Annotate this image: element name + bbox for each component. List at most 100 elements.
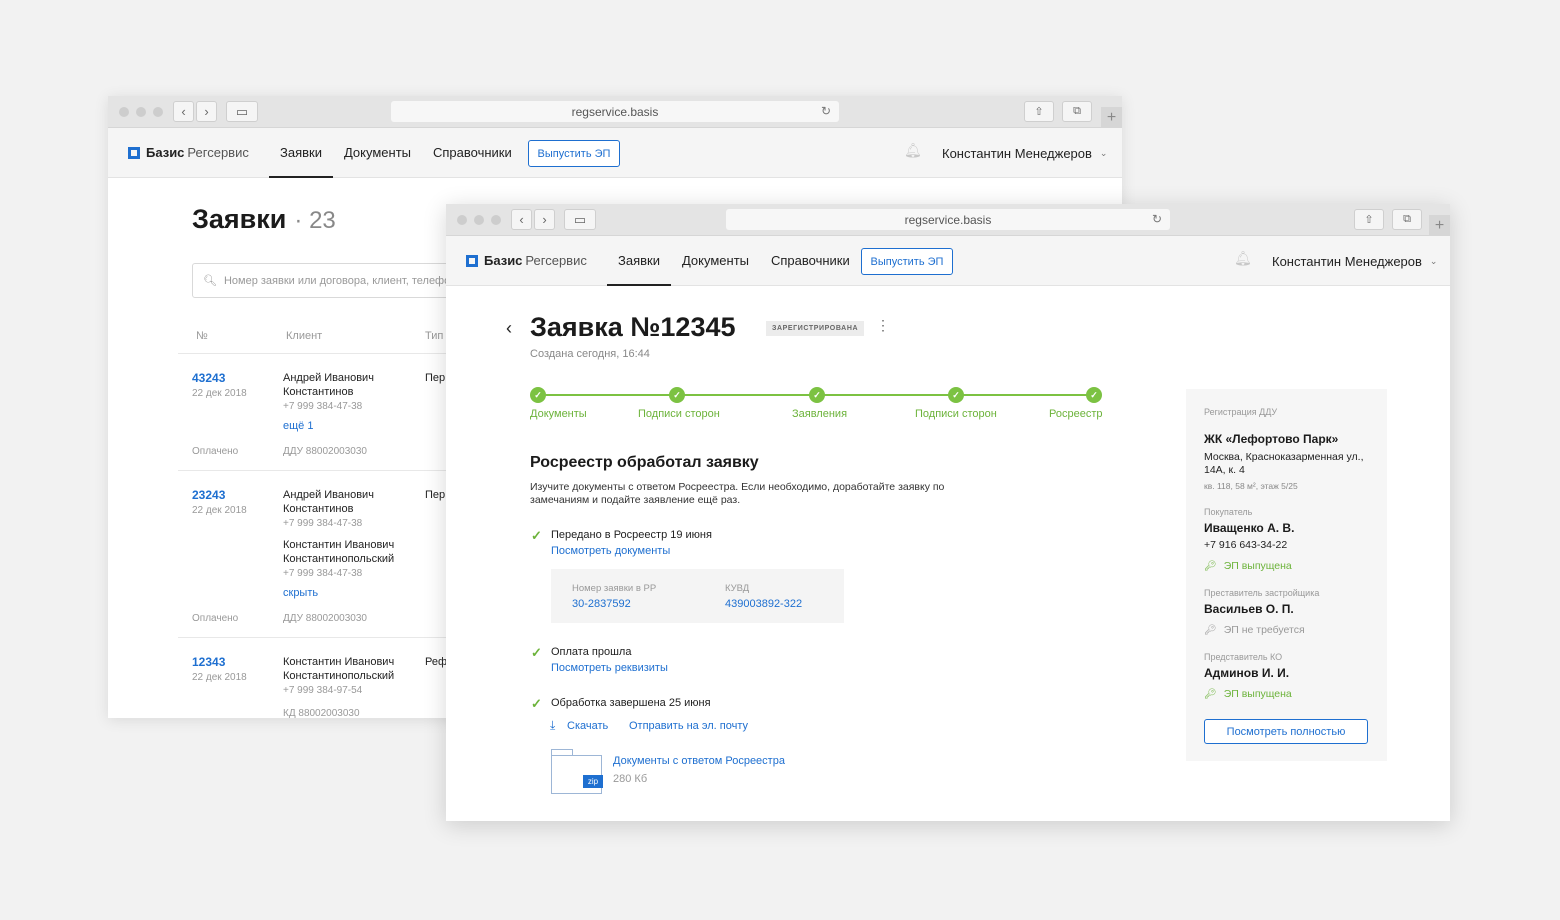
browser-toolbar: ‹ › ▭ regservice.basis ↻ ⇧ ⧉ + [446, 204, 1450, 236]
main-nav: Заявки Документы Справочники [269, 128, 523, 178]
url-text: regservice.basis [904, 212, 992, 227]
back-nav-icon[interactable]: ‹ [511, 209, 532, 230]
developer-ep-text: ЭП не требуется [1223, 624, 1305, 636]
download-icon[interactable]: ⤓ [550, 718, 555, 733]
key-icon: 🔑︎ [1204, 688, 1217, 700]
user-menu[interactable]: Константин Менеджеров ⌄ [942, 146, 1107, 161]
row-date: 22 дек 2018 [192, 505, 247, 516]
step-label-documents[interactable]: Документы [530, 408, 587, 420]
app-header: Базис Регсервис Заявки Документы Справоч… [108, 128, 1122, 178]
view-documents-link[interactable]: Посмотреть документы [551, 545, 670, 557]
row-number-link[interactable]: 43243 [192, 371, 225, 385]
page-title-text: Заявки [192, 204, 287, 234]
app-logo[interactable]: Базис Регсервис [128, 145, 249, 160]
step-label-signatures[interactable]: Подписи сторон [638, 408, 720, 420]
zip-file-icon[interactable]: zip [551, 749, 603, 794]
forward-nav-icon[interactable]: › [534, 209, 555, 230]
hide-link[interactable]: скрыть [283, 586, 318, 600]
nav-item-references[interactable]: Справочники [760, 236, 861, 286]
key-icon: 🔑︎ [1204, 624, 1217, 636]
forward-nav-icon[interactable]: › [196, 101, 217, 122]
bell-icon[interactable]: 🔔︎ [1234, 250, 1252, 267]
rr-number-label: Номер заявки в РР [572, 583, 657, 594]
section-description: Изучите документы с ответом Росреестра. … [530, 481, 945, 506]
browser-window-detail: ‹ › ▭ regservice.basis ↻ ⇧ ⧉ + Базис Рег… [446, 204, 1450, 821]
back-nav-icon[interactable]: ‹ [173, 101, 194, 122]
divider [178, 470, 458, 471]
view-full-button[interactable]: Посмотреть полностью [1204, 719, 1368, 744]
nav-item-requests[interactable]: Заявки [269, 128, 333, 178]
tabs-icon[interactable]: ⧉ [1392, 209, 1422, 230]
main-nav: Заявки Документы Справочники [607, 236, 861, 286]
divider [178, 637, 458, 638]
row-number-link[interactable]: 12343 [192, 655, 225, 669]
object-name: ЖК «Лефортово Парк» [1204, 432, 1339, 446]
row-type: Пер [425, 489, 446, 501]
divider [178, 353, 458, 354]
reload-icon[interactable]: ↻ [1152, 212, 1162, 226]
file-size: 280 Кб [613, 773, 648, 785]
bell-icon[interactable]: 🔔︎ [904, 142, 922, 159]
nav-item-documents[interactable]: Документы [333, 128, 422, 178]
user-menu[interactable]: Константин Менеджеров ⌄ [1272, 254, 1437, 269]
address-bar[interactable]: regservice.basis ↻ [391, 101, 839, 122]
column-header-client[interactable]: Клиент [286, 330, 322, 342]
object-address: Москва, Красноказарменная ул., 14А, к. 4 [1204, 451, 1364, 476]
issue-signature-button[interactable]: Выпустить ЭП [861, 248, 953, 275]
row-number-link[interactable]: 23243 [192, 488, 225, 502]
logo-icon [466, 254, 478, 267]
reload-icon[interactable]: ↻ [821, 104, 831, 118]
event-text: Обработка завершена 25 июня [551, 697, 711, 709]
search-icon: 🔍︎ [203, 275, 217, 287]
share-icon[interactable]: ⇧ [1354, 209, 1384, 230]
row-contract: КД 88002003030 [283, 708, 360, 718]
row-date: 22 дек 2018 [192, 672, 247, 683]
buyer-phone: +7 916 643-34-22 [1204, 539, 1288, 551]
client-name: Константин Иванович Константинопольский [283, 656, 395, 682]
page-title: Заявки · 23 [192, 204, 336, 235]
back-arrow-icon[interactable]: ‹ [506, 318, 512, 339]
logo-bold-text: Базис [484, 253, 523, 268]
kuvd-link[interactable]: 439003892-322 [725, 598, 802, 610]
buyer-ep-status: 🔑︎ ЭП выпущена [1204, 560, 1292, 572]
rr-number-link[interactable]: 30-2837592 [572, 598, 631, 610]
window-controls[interactable] [457, 215, 501, 225]
address-bar[interactable]: regservice.basis ↻ [726, 209, 1170, 230]
step-check-icon: ✓ [948, 387, 964, 403]
column-header-number[interactable]: № [196, 330, 208, 342]
client-phone: +7 999 384-47-38 [283, 568, 363, 579]
send-email-link[interactable]: Отправить на эл. почту [629, 720, 748, 732]
created-date: Создана сегодня, 16:44 [530, 348, 650, 360]
show-more-link[interactable]: ещё 1 [283, 419, 313, 433]
user-name: Константин Менеджеров [942, 146, 1092, 161]
tabs-icon[interactable]: ⧉ [1062, 101, 1092, 122]
new-tab-icon[interactable]: + [1101, 107, 1122, 128]
nav-item-references[interactable]: Справочники [422, 128, 523, 178]
new-tab-icon[interactable]: + [1429, 215, 1450, 236]
app-logo[interactable]: Базис Регсервис [466, 253, 587, 268]
step-label-rosreestr[interactable]: Росреестр [1049, 408, 1102, 420]
column-header-type[interactable]: Тип [425, 330, 443, 342]
row-contract: ДДУ 88002003030 [283, 613, 367, 624]
window-controls[interactable] [119, 107, 163, 117]
row-type: Реф [425, 656, 448, 668]
browser-toolbar: ‹ › ▭ regservice.basis ↻ ⇧ ⧉ + [108, 96, 1122, 128]
file-name-link[interactable]: Документы с ответом Росреестра [613, 755, 785, 767]
more-options-icon[interactable]: ⋮ [876, 317, 890, 334]
sidebar-toggle-icon[interactable]: ▭ [564, 209, 596, 230]
client-name: Андрей Иванович Константинов [283, 489, 374, 515]
row-type: Пер [425, 372, 446, 384]
step-label-applications[interactable]: Заявления [792, 408, 847, 420]
nav-item-documents[interactable]: Документы [671, 236, 760, 286]
issue-signature-button[interactable]: Выпустить ЭП [528, 140, 620, 167]
share-icon[interactable]: ⇧ [1024, 101, 1054, 122]
client-name: Константин Иванович Константинопольский [283, 539, 395, 565]
sidebar-toggle-icon[interactable]: ▭ [226, 101, 258, 122]
download-link[interactable]: Скачать [567, 720, 608, 732]
step-label-signatures-2[interactable]: Подписи сторон [915, 408, 997, 420]
nav-item-requests[interactable]: Заявки [607, 236, 671, 286]
chevron-down-icon: ⌄ [1429, 256, 1438, 266]
step-check-icon: ✓ [1086, 387, 1102, 403]
view-requisites-link[interactable]: Посмотреть реквизиты [551, 662, 668, 674]
ko-label: Представитель КО [1204, 652, 1283, 662]
